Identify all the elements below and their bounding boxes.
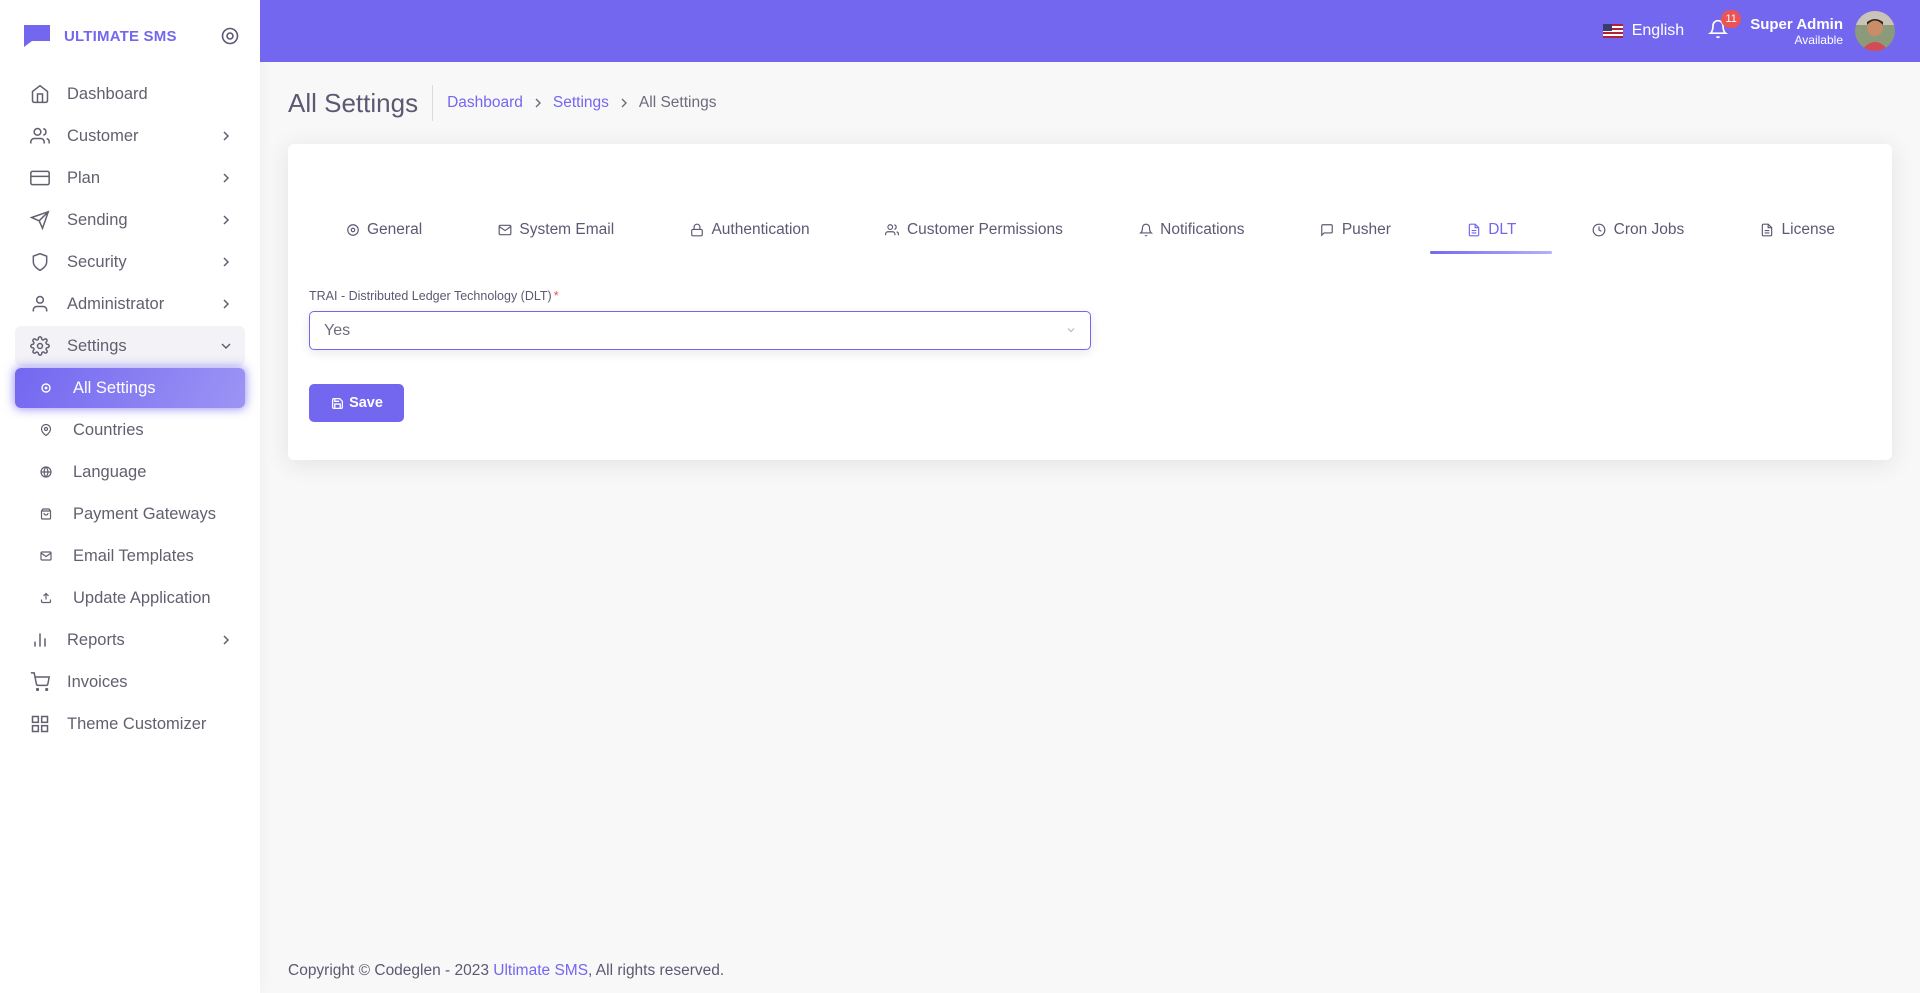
dlt-select-value: Yes: [324, 321, 351, 339]
sidebar-item-reports[interactable]: Reports: [15, 620, 245, 660]
avatar[interactable]: [1855, 11, 1895, 51]
save-icon: [330, 396, 344, 410]
tab-general[interactable]: General: [309, 206, 458, 254]
language-label: English: [1631, 22, 1685, 39]
chevron-down-icon: [219, 339, 233, 353]
sidebar-toggle-icon[interactable]: [220, 26, 240, 46]
sidebar-item-security[interactable]: Security: [15, 242, 245, 282]
sidebar-item-settings[interactable]: Settings: [15, 326, 245, 366]
chevron-right-icon: [219, 171, 233, 185]
save-button[interactable]: Save: [309, 384, 404, 422]
sidebar-item-sending[interactable]: Sending: [15, 200, 245, 240]
settings-icon: [29, 335, 51, 357]
chevron-right-icon: [219, 297, 233, 311]
sidebar-subitem-payment-gateways[interactable]: Payment Gateways: [15, 494, 245, 534]
brand[interactable]: ULTIMATE SMS: [0, 0, 260, 72]
language-selector[interactable]: English: [1602, 22, 1685, 40]
mail-icon: [497, 223, 512, 238]
required-mark: *: [553, 289, 559, 303]
sidebar-subitem-language[interactable]: Language: [15, 452, 245, 492]
page-header: All Settings Dashboard Settings All Sett…: [288, 62, 1892, 144]
tab-customer-permissions[interactable]: Customer Permissions: [849, 206, 1099, 254]
file-text-icon: [1466, 223, 1481, 238]
clock-icon: [1592, 223, 1607, 238]
send-icon: [29, 209, 51, 231]
breadcrumb-dashboard[interactable]: Dashboard: [447, 94, 523, 112]
notifications-button[interactable]: 11: [1706, 10, 1742, 43]
sidebar-item-plan[interactable]: Plan: [15, 158, 245, 198]
tab-notifications[interactable]: Notifications: [1102, 206, 1280, 254]
footer: Copyright © Codeglen - 2023 Ultimate SMS…: [288, 962, 724, 980]
sidebar-item-dashboard[interactable]: Dashboard: [15, 74, 245, 114]
chevron-right-icon: [619, 98, 629, 108]
home-icon: [29, 83, 51, 105]
chevron-down-icon: [1066, 322, 1076, 340]
footer-link[interactable]: Ultimate SMS: [493, 962, 588, 979]
sidebar-nav: Dashboard Customer Plan Sending Security…: [0, 74, 260, 744]
users-icon: [29, 125, 51, 147]
user-menu[interactable]: Super Admin Available: [1750, 16, 1843, 47]
chevron-right-icon: [533, 98, 543, 108]
settings-tabs: General System Email Authentication Cust…: [309, 206, 1871, 254]
sidebar-subitem-update-application[interactable]: Update Application: [15, 578, 245, 618]
sidebar: ULTIMATE SMS Dashboard Customer Plan Sen…: [0, 0, 260, 993]
chevron-right-icon: [219, 255, 233, 269]
sidebar-item-theme-customizer[interactable]: Theme Customizer: [15, 704, 245, 744]
dlt-form: TRAI - Distributed Ledger Technology (DL…: [309, 289, 1091, 422]
settings-icon: [345, 223, 360, 238]
bar-chart-icon: [29, 629, 51, 651]
upload-icon: [35, 587, 57, 609]
tab-dlt[interactable]: DLT: [1430, 206, 1553, 254]
sidebar-item-customer[interactable]: Customer: [15, 116, 245, 156]
tab-system-email[interactable]: System Email: [461, 206, 650, 254]
user-name: Super Admin: [1750, 15, 1843, 33]
notification-count-badge: 11: [1721, 10, 1742, 28]
chevron-right-icon: [219, 633, 233, 647]
chevron-right-icon: [219, 213, 233, 227]
sidebar-subitem-countries[interactable]: Countries: [15, 410, 245, 450]
sidebar-subitem-email-templates[interactable]: Email Templates: [15, 536, 245, 576]
shopping-cart-icon: [29, 671, 51, 693]
tab-authentication[interactable]: Authentication: [653, 206, 845, 254]
us-flag-icon: [1602, 24, 1623, 38]
top-navbar: English 11 Super Admin Available: [260, 0, 1920, 62]
page-title: All Settings: [288, 85, 434, 121]
chevron-right-icon: [219, 129, 233, 143]
circle-icon: [35, 377, 57, 399]
message-square-icon: [1320, 223, 1335, 238]
grid-icon: [29, 713, 51, 735]
dlt-select[interactable]: Yes: [309, 311, 1091, 350]
sidebar-item-administrator[interactable]: Administrator: [15, 284, 245, 324]
globe-icon: [35, 461, 57, 483]
main-content: All Settings Dashboard Settings All Sett…: [260, 62, 1920, 993]
map-pin-icon: [35, 419, 57, 441]
dlt-field-label: TRAI - Distributed Ledger Technology (DL…: [309, 289, 559, 303]
brand-name: ULTIMATE SMS: [64, 27, 177, 45]
sidebar-subitem-all-settings[interactable]: All Settings: [15, 368, 245, 408]
mail-icon: [35, 545, 57, 567]
footer-copyright: Copyright © Codeglen - 2023: [288, 962, 494, 979]
footer-rights: , All rights reserved.: [588, 962, 725, 979]
tab-cron-jobs[interactable]: Cron Jobs: [1556, 206, 1721, 254]
tab-license[interactable]: License: [1724, 206, 1871, 254]
sidebar-item-invoices[interactable]: Invoices: [15, 662, 245, 702]
bell-icon: [1138, 223, 1153, 238]
breadcrumb: Dashboard Settings All Settings: [447, 94, 716, 112]
tab-pusher[interactable]: Pusher: [1284, 206, 1427, 254]
breadcrumb-current: All Settings: [638, 94, 717, 111]
file-text-icon: [1760, 223, 1775, 238]
settings-card: General System Email Authentication Cust…: [288, 144, 1892, 460]
breadcrumb-settings[interactable]: Settings: [553, 94, 609, 112]
users-icon: [885, 223, 900, 238]
lock-icon: [689, 223, 704, 238]
shield-icon: [29, 251, 51, 273]
credit-card-icon: [29, 167, 51, 189]
shopping-bag-icon: [35, 503, 57, 525]
user-status: Available: [1794, 32, 1843, 47]
user-icon: [29, 293, 51, 315]
chat-logo-icon: [22, 22, 52, 50]
